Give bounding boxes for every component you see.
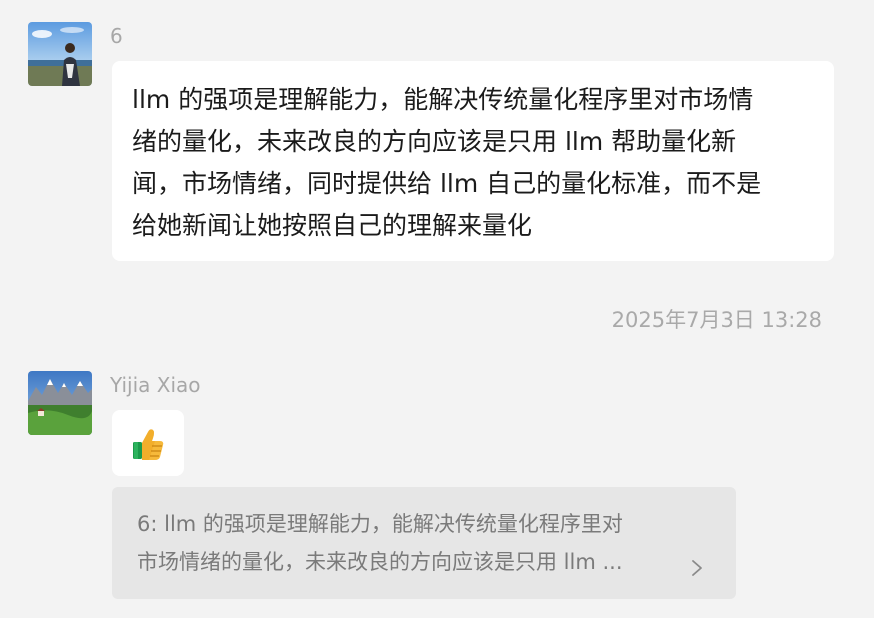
message-bubble[interactable]: llm 的强项是理解能力，能解决传统量化程序里对市场情 绪的量化，未来改良的方向… bbox=[112, 61, 834, 261]
avatar-user-6[interactable] bbox=[28, 22, 92, 86]
message-line: llm 的强项是理解能力，能解决传统量化程序里对市场情 bbox=[132, 85, 754, 114]
avatar-photo-icon bbox=[28, 22, 92, 86]
chevron-right-icon[interactable] bbox=[690, 559, 704, 577]
sender-name: Yijia Xiao bbox=[110, 373, 201, 397]
avatar-user-yijia-xiao[interactable] bbox=[28, 371, 92, 435]
quote-line: 6: llm 的强项是理解能力，能解决传统量化程序里对 bbox=[137, 512, 623, 536]
sender-name: 6 bbox=[110, 24, 123, 48]
thumbs-up-icon bbox=[133, 429, 164, 460]
quote-line: 市场情绪的量化，未来改良的方向应该是只用 llm ... bbox=[137, 550, 623, 574]
message-timestamp: 2025年7月3日 13:28 bbox=[611, 308, 822, 332]
message-line: 给她新闻让她按照自己的理解来量化 bbox=[132, 211, 533, 240]
message-line: 绪的量化，未来改良的方向应该是只用 llm 帮助量化新 bbox=[132, 127, 737, 156]
avatar-landscape-icon bbox=[28, 371, 92, 435]
message-line: 闻，市场情绪，同时提供给 llm 自己的量化标准，而不是 bbox=[132, 169, 762, 198]
emoji-bubble[interactable] bbox=[112, 410, 184, 476]
quoted-message[interactable]: 6: llm 的强项是理解能力，能解决传统量化程序里对 市场情绪的量化，未来改良… bbox=[112, 487, 736, 599]
